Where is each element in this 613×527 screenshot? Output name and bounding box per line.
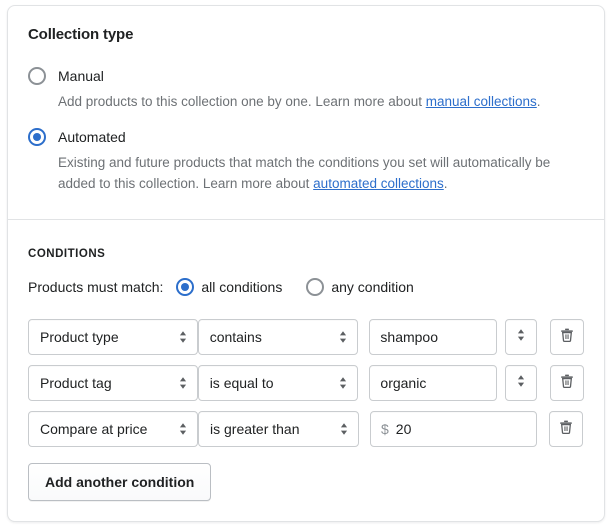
help-text-automated-after: . <box>443 176 448 191</box>
condition-subject-select[interactable]: Product tag <box>28 365 198 401</box>
radio-manual[interactable] <box>28 67 46 85</box>
condition-operator-value: contains <box>209 329 262 345</box>
radio-all-conditions[interactable] <box>176 278 195 296</box>
collection-type-card: Collection type Manual Add products to t… <box>7 5 605 522</box>
collection-type-label-manual: Manual <box>58 68 104 84</box>
conditions-section: CONDITIONS Products must match: all cond… <box>8 220 604 521</box>
condition-row: Product tag is equal to organic <box>28 365 584 401</box>
help-text-manual-before: Add products to this collection one by o… <box>58 94 426 109</box>
delete-condition-button[interactable] <box>549 411 583 447</box>
collection-type-option-automated[interactable]: Automated Existing and future products t… <box>28 128 584 194</box>
match-option-any-label: any condition <box>331 279 414 295</box>
condition-subject-value: Compare at price <box>40 421 148 437</box>
condition-value-input[interactable]: shampoo <box>369 319 498 355</box>
condition-value-stepper[interactable] <box>505 319 538 355</box>
condition-value-stepper[interactable] <box>505 365 538 401</box>
condition-value-input[interactable]: organic <box>369 365 498 401</box>
collection-type-option-manual[interactable]: Manual Add products to this collection o… <box>28 67 584 112</box>
condition-operator-select[interactable]: contains <box>197 319 359 355</box>
chevron-updown-icon <box>338 375 348 391</box>
radio-any-condition[interactable] <box>306 278 325 296</box>
help-text-automated-before: Existing and future products that match … <box>58 155 551 191</box>
chevron-updown-icon <box>178 421 188 437</box>
collection-type-label-automated: Automated <box>58 129 126 145</box>
delete-condition-button[interactable] <box>550 365 584 401</box>
match-mode-row: Products must match: all conditions any … <box>28 277 584 297</box>
help-text-manual-after: . <box>536 94 541 109</box>
condition-value-text: shampoo <box>380 329 438 345</box>
radio-automated[interactable] <box>28 128 46 146</box>
currency-prefix: $ <box>381 421 389 437</box>
chevron-updown-icon <box>516 373 526 394</box>
collection-type-help-automated: Existing and future products that match … <box>58 152 584 194</box>
delete-condition-button[interactable] <box>550 319 584 355</box>
trash-icon <box>559 327 575 348</box>
manual-collections-link[interactable]: manual collections <box>426 94 537 109</box>
page-title: Collection type <box>28 26 134 43</box>
chevron-updown-icon <box>178 329 188 345</box>
match-option-all-label: all conditions <box>201 279 283 295</box>
condition-row: Compare at price is greater than $ 20 <box>28 411 584 447</box>
collection-type-help-manual: Add products to this collection one by o… <box>58 91 584 112</box>
condition-operator-select[interactable]: is equal to <box>197 365 359 401</box>
match-mode-label: Products must match: <box>28 279 164 295</box>
condition-operator-value: is greater than <box>210 421 300 437</box>
chevron-updown-icon <box>339 421 349 437</box>
condition-operator-value: is equal to <box>209 375 274 391</box>
condition-operator-select[interactable]: is greater than <box>198 411 359 447</box>
collection-type-section: Collection type Manual Add products to t… <box>8 6 604 194</box>
condition-subject-value: Product tag <box>40 375 112 391</box>
condition-subject-select[interactable]: Compare at price <box>28 411 198 447</box>
conditions-heading: CONDITIONS <box>28 248 106 260</box>
match-option-all[interactable]: all conditions <box>176 277 282 297</box>
condition-row: Product type contains shampoo <box>28 319 584 355</box>
chevron-updown-icon <box>338 329 348 345</box>
chevron-updown-icon <box>178 375 188 391</box>
condition-subject-select[interactable]: Product type <box>28 319 198 355</box>
add-another-condition-button[interactable]: Add another condition <box>28 463 212 501</box>
match-option-any[interactable]: any condition <box>306 277 414 297</box>
trash-icon <box>558 419 574 440</box>
trash-icon <box>559 373 575 394</box>
condition-value-text: organic <box>380 375 427 391</box>
automated-collections-link[interactable]: automated collections <box>313 176 444 191</box>
condition-value-text: 20 <box>395 421 412 437</box>
chevron-updown-icon <box>516 327 526 348</box>
condition-subject-value: Product type <box>40 329 119 345</box>
condition-value-input[interactable]: $ 20 <box>370 411 537 447</box>
